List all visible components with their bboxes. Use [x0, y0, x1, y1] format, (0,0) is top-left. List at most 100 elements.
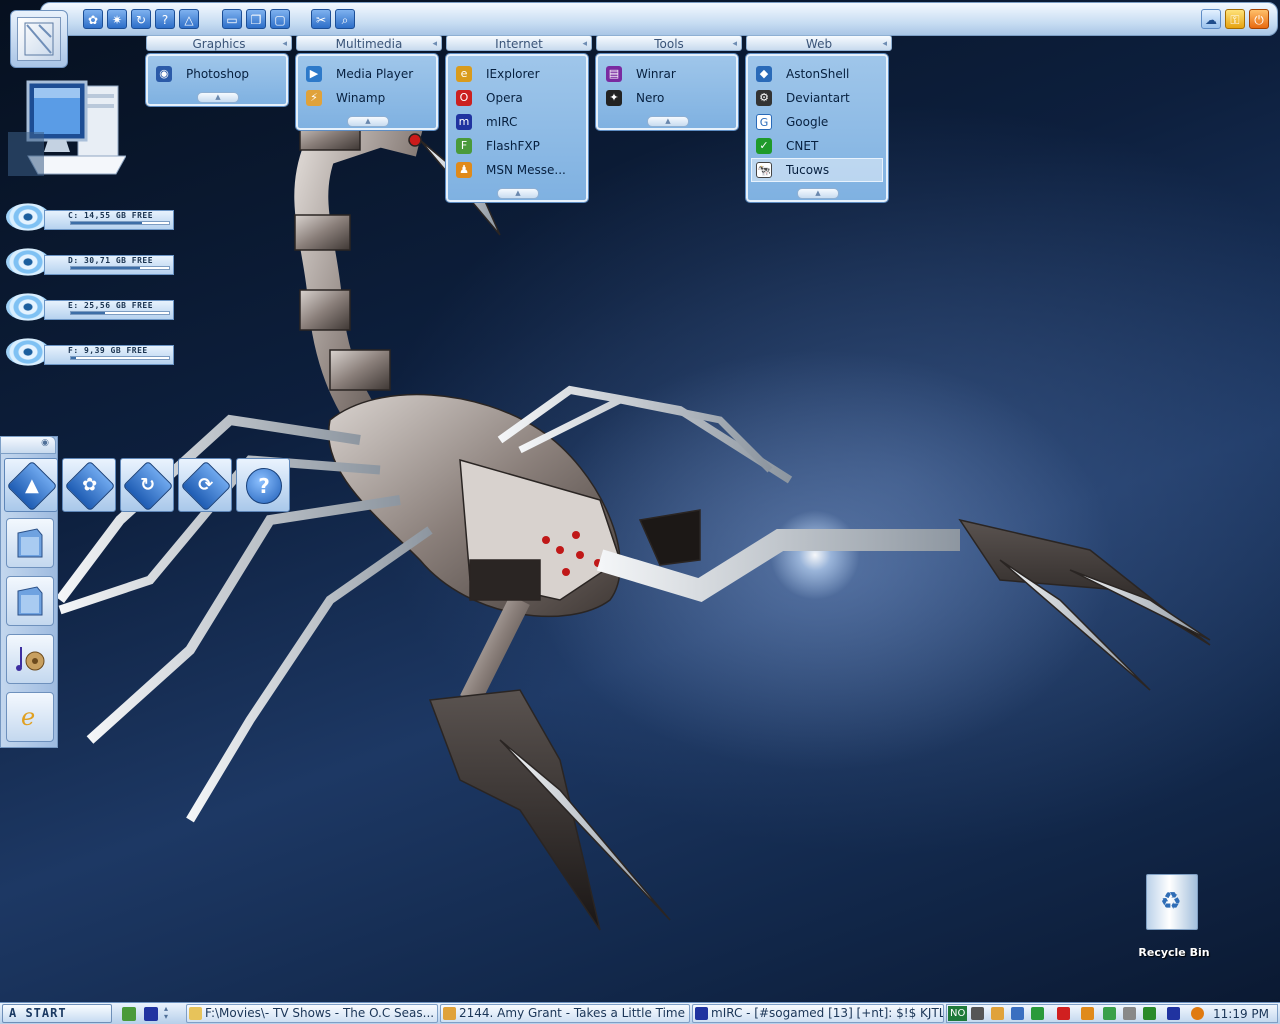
menu-panel-multimedia: ▶ Media Player ⚡ Winamp ▲ — [296, 54, 438, 130]
refresh-icon: ↻ — [122, 460, 174, 512]
quicklaunch-scroll[interactable]: ▴ ▾ — [164, 1005, 176, 1021]
tray-msn-icon[interactable] — [1081, 1007, 1094, 1020]
dock-music-button[interactable] — [6, 634, 54, 684]
quicklaunch-mirc-icon[interactable] — [144, 1007, 158, 1021]
menu-item-label: FlashFXP — [486, 139, 540, 153]
dock-sync-button[interactable]: ⟳ — [178, 458, 232, 512]
dock-folder-button[interactable] — [6, 576, 54, 626]
menu-item-nero[interactable]: ✦ Nero — [598, 86, 736, 110]
tools-icon[interactable]: ✂ — [311, 9, 331, 29]
menu-panel-internet: e IExplorer O Opera m mIRC F FlashFXP ♟ MSN M… — [446, 54, 588, 202]
tray-update-icon[interactable] — [1031, 1007, 1044, 1020]
quicklaunch-flashfxp-icon[interactable] — [122, 1007, 136, 1021]
menu-item-label: Photoshop — [186, 67, 250, 81]
menu-item-msn-messenger[interactable]: ♟ MSN Messe... — [448, 158, 586, 182]
aston-start-orb[interactable] — [10, 10, 68, 68]
cloud-icon[interactable]: ☁ — [1201, 9, 1221, 29]
drive-c[interactable]: C: 14,55 GB FREE — [4, 203, 174, 232]
media-player-icon: ▶ — [306, 66, 322, 82]
chevron-icon: ◂ — [582, 39, 587, 49]
menu-item-mirc[interactable]: m mIRC — [448, 110, 586, 134]
tray-status-badge[interactable]: NO — [948, 1006, 968, 1021]
tray-shield-icon[interactable] — [1143, 1007, 1156, 1020]
dock-internet-explorer-button[interactable]: e — [6, 692, 54, 742]
menu-item-photoshop[interactable]: ◉ Photoshop — [148, 62, 286, 86]
help-icon[interactable]: ? — [155, 9, 175, 29]
task-label: F:\Movies\- TV Shows - The O.C Seas... — [205, 1006, 435, 1020]
tray-winamp-icon[interactable] — [991, 1007, 1004, 1020]
tray-people-icon[interactable] — [1103, 1007, 1116, 1020]
menu-item-label: Opera — [486, 91, 523, 105]
menu-item-media-player[interactable]: ▶ Media Player — [298, 62, 436, 86]
sparkle-icon[interactable]: ✷ — [107, 9, 127, 29]
menu-item-google[interactable]: G Google — [748, 110, 886, 134]
menu-collapse-handle[interactable]: ▲ — [748, 186, 886, 200]
refresh-icon[interactable]: ↻ — [131, 9, 151, 29]
my-computer-icon[interactable] — [8, 78, 126, 182]
menu-item-deviantart[interactable]: ⚙ Deviantart — [748, 86, 886, 110]
drive-d[interactable]: D: 30,71 GB FREE — [4, 248, 174, 277]
search-icon[interactable]: ⌕ — [335, 9, 355, 29]
tray-mirc-icon[interactable] — [1167, 1007, 1180, 1020]
dock-astonshell-button[interactable]: ▲ — [4, 458, 58, 512]
menu-item-winamp[interactable]: ⚡ Winamp — [298, 86, 436, 110]
menu-tab-label: Web — [805, 37, 833, 51]
menu-tab-web[interactable]: Web ◂ — [746, 35, 892, 51]
menu-collapse-handle[interactable]: ▲ — [598, 114, 736, 128]
task-winamp[interactable]: 2144. Amy Grant - Takes a Little Time ..… — [440, 1004, 690, 1023]
menu-item-astonshell[interactable]: ◆ AstonShell — [748, 62, 886, 86]
flashfxp-icon: F — [456, 138, 472, 154]
menu-collapse-handle[interactable]: ▲ — [298, 114, 436, 128]
chevron-icon: ◂ — [882, 39, 887, 49]
opera-icon: O — [456, 90, 472, 106]
menu-item-cnet[interactable]: ✓ CNET — [748, 134, 886, 158]
windows-icon[interactable]: ❐ — [246, 9, 266, 29]
menu-item-label: Winamp — [336, 91, 386, 105]
aston-icon[interactable]: △ — [179, 9, 199, 29]
menu-item-label: Google — [786, 115, 829, 129]
winrar-icon: ▤ — [606, 66, 622, 82]
dock-folder-button[interactable] — [6, 518, 54, 568]
menu-tab-label: Graphics — [192, 37, 246, 51]
menu-tab-graphics[interactable]: Graphics ◂ — [146, 35, 292, 51]
monitor-icon[interactable]: ▢ — [270, 9, 290, 29]
tray-network-icon[interactable] — [1011, 1007, 1024, 1020]
task-explorer-window[interactable]: F:\Movies\- TV Shows - The O.C Seas... — [186, 1004, 438, 1023]
task-mirc[interactable]: mIRC - [#sogamed [13] [+nt]: $!$ KJTL... — [692, 1004, 944, 1023]
tray-antivirus-icon[interactable] — [1057, 1007, 1070, 1020]
menu-item-flashfxp[interactable]: F FlashFXP — [448, 134, 586, 158]
menu-tab-internet[interactable]: Internet ◂ — [446, 35, 592, 51]
tray-disc-icon[interactable] — [971, 1007, 984, 1020]
drive-f[interactable]: F: 9,39 GB FREE — [4, 338, 174, 367]
menu-collapse-handle[interactable]: ▲ — [448, 186, 586, 200]
menu-item-label: Nero — [636, 91, 665, 105]
menu-item-winrar[interactable]: ▤ Winrar — [598, 62, 736, 86]
menu-item-label: CNET — [786, 139, 819, 153]
menu-item-iexplorer[interactable]: e IExplorer — [448, 62, 586, 86]
task-label: mIRC - [#sogamed [13] [+nt]: $!$ KJTL... — [711, 1006, 944, 1020]
dock-refresh-button[interactable]: ↻ — [120, 458, 174, 512]
key-icon[interactable]: ⚿ — [1225, 9, 1245, 29]
menu-tab-multimedia[interactable]: Multimedia ◂ — [296, 35, 442, 51]
dock-help-button[interactable]: ? — [236, 458, 290, 512]
menu-tab-tools[interactable]: Tools ◂ — [596, 35, 742, 51]
drive-e[interactable]: E: 25,56 GB FREE — [4, 293, 174, 322]
start-button[interactable]: A START — [2, 1004, 112, 1023]
internet-explorer-icon: e — [21, 703, 35, 731]
menu-item-label: AstonShell — [786, 67, 850, 81]
tray-power-icon[interactable] — [1191, 1007, 1204, 1020]
drive-free-meter — [70, 356, 170, 360]
menu-item-opera[interactable]: O Opera — [448, 86, 586, 110]
iexplorer-icon: e — [456, 66, 472, 82]
menu-item-label: Winrar — [636, 67, 676, 81]
settings-icon[interactable]: ✿ — [83, 9, 103, 29]
menu-collapse-handle[interactable]: ▲ — [148, 90, 286, 104]
drive-free-meter — [70, 221, 170, 225]
dock-settings-button[interactable]: ✿ — [62, 458, 116, 512]
menu-item-tucows[interactable]: 🐄 Tucows — [751, 158, 883, 182]
tray-speaker-icon[interactable] — [1123, 1007, 1136, 1020]
chevron-up-icon: ▲ — [647, 116, 689, 127]
power-icon[interactable]: ⏻ — [1249, 9, 1269, 29]
window-icon[interactable]: ▭ — [222, 9, 242, 29]
dock-toggle[interactable]: ◉ — [0, 436, 56, 454]
